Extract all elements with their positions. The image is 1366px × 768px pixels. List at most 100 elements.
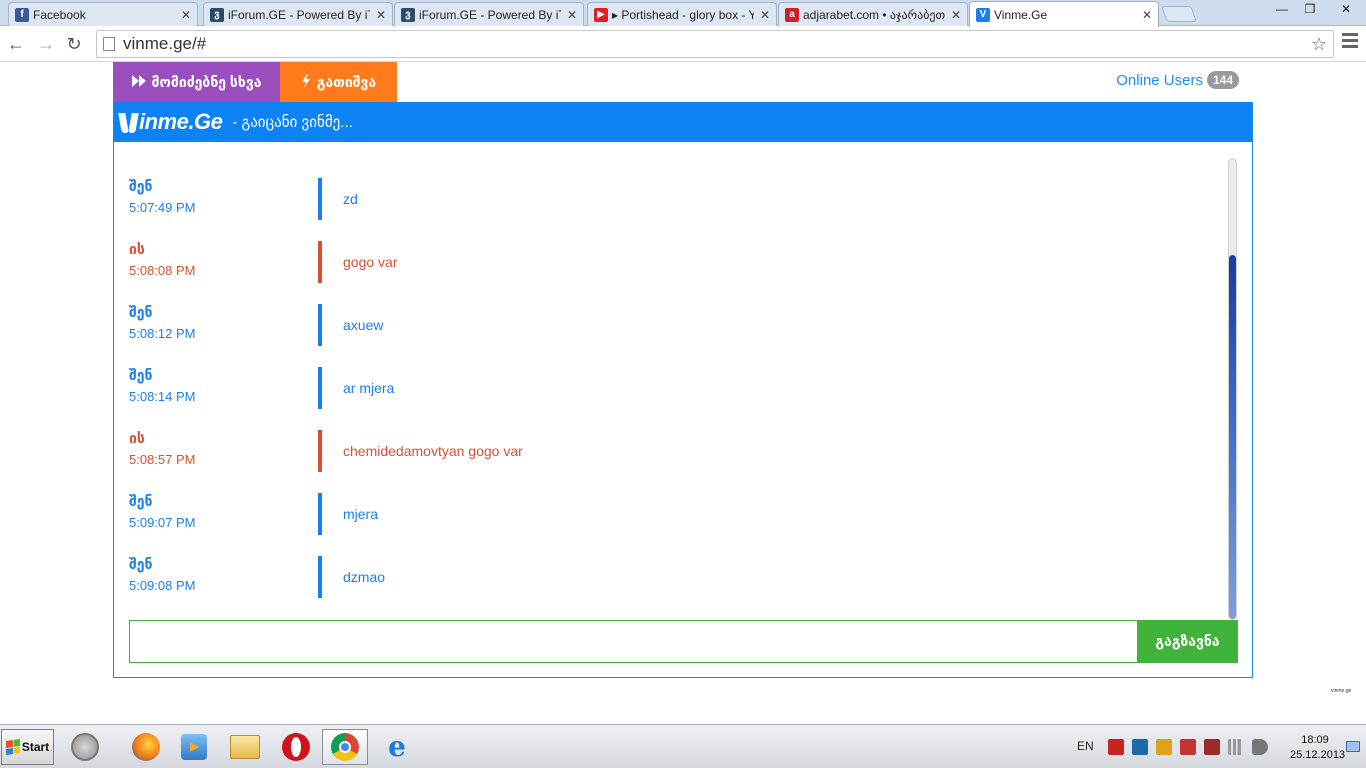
- windows-flag-icon: [5, 739, 20, 755]
- chat-message: შენ 5:08:12 PM axuew: [129, 304, 1219, 367]
- chat-scrollbar[interactable]: [1228, 158, 1237, 620]
- tab-close-icon[interactable]: ✕: [567, 8, 577, 22]
- message-divider: [318, 367, 322, 409]
- tab-favicon-icon: ვ: [401, 7, 415, 22]
- antivirus-tray-icon[interactable]: [1204, 739, 1220, 755]
- message-sender: ის: [129, 241, 145, 257]
- clock-date: 25.12.2013: [1290, 749, 1346, 761]
- close-window-button[interactable]: ✕: [1324, 0, 1366, 18]
- opera-icon[interactable]: [280, 731, 312, 763]
- media-player-icon[interactable]: [178, 731, 210, 763]
- browser-tab[interactable]: a adjarabet.com • აჯარაბეთ · ✕: [778, 2, 968, 26]
- url-text[interactable]: vinme.ge/#: [123, 34, 206, 54]
- tab-favicon-icon: ვ: [210, 7, 224, 22]
- logo-text: inme.Ge: [139, 109, 223, 134]
- restore-button[interactable]: ❐: [1296, 0, 1324, 18]
- chat-message: შენ 5:09:07 PM mjera: [129, 493, 1219, 556]
- minimize-button[interactable]: —: [1268, 0, 1296, 18]
- reload-button[interactable]: ↻: [62, 32, 86, 56]
- send-button[interactable]: გაგზავნა: [1137, 620, 1238, 663]
- message-time: 5:08:12 PM: [129, 326, 196, 341]
- tab-close-icon[interactable]: ✕: [951, 8, 961, 22]
- message-time: 5:08:57 PM: [129, 452, 196, 467]
- message-text: gogo var: [343, 254, 398, 270]
- logo-v-icon: [120, 111, 138, 133]
- disconnect-button[interactable]: გათიშვა: [280, 62, 397, 102]
- message-time: 5:08:14 PM: [129, 389, 196, 404]
- message-divider: [318, 493, 322, 535]
- message-divider: [318, 178, 322, 220]
- language-indicator[interactable]: EN: [1077, 739, 1094, 753]
- message-sender: ის: [129, 430, 145, 446]
- tab-favicon-icon: ▶: [594, 7, 608, 22]
- chat-message: ის 5:08:57 PM chemidedamovtyan gogo var: [129, 430, 1219, 493]
- find-another-label: მომიძებნე სხვა: [151, 73, 262, 90]
- browser-tab[interactable]: f Facebook ✕: [8, 2, 198, 26]
- firefox-icon[interactable]: [130, 731, 162, 763]
- message-text: chemidedamovtyan gogo var: [343, 443, 523, 459]
- window-controls: — ❐ ✕: [1268, 0, 1366, 20]
- show-desktop-icon[interactable]: [1346, 741, 1360, 752]
- message-divider: [318, 430, 322, 472]
- back-button[interactable]: ←: [4, 32, 28, 56]
- circle-app-icon[interactable]: [69, 731, 101, 763]
- folder-icon[interactable]: [229, 731, 261, 763]
- forward-button[interactable]: →: [34, 32, 58, 56]
- browser-tab[interactable]: V Vinme.Ge ✕: [969, 1, 1159, 27]
- browser-tab[interactable]: ვ iForum.GE - Powered By iT ✕: [394, 2, 584, 26]
- message-sender: შენ: [129, 367, 153, 383]
- message-divider: [318, 241, 322, 283]
- browser-toolbar: ← → ↻ vinme.ge/# ☆: [0, 27, 1366, 62]
- start-button[interactable]: Start: [1, 729, 54, 765]
- tab-title: Facebook: [33, 7, 86, 22]
- browser-tab[interactable]: ▶ ▸ Portishead - glory box - Yo ✕: [587, 2, 777, 26]
- address-bar[interactable]: vinme.ge/# ☆: [96, 30, 1334, 58]
- tab-favicon-icon: f: [15, 7, 29, 22]
- tab-favicon-icon: V: [976, 7, 990, 22]
- tab-close-icon[interactable]: ✕: [181, 8, 191, 22]
- bookmark-star-icon[interactable]: ☆: [1311, 34, 1327, 55]
- online-users-label: Online Users: [1116, 71, 1203, 89]
- scrollbar-thumb[interactable]: [1229, 255, 1236, 619]
- footer-tiny-logo: vinme.ge: [1331, 688, 1352, 694]
- pdf-tray-icon[interactable]: [1108, 739, 1124, 755]
- message-sender: შენ: [129, 493, 153, 509]
- tab-close-icon[interactable]: ✕: [1142, 8, 1152, 22]
- menu-icon[interactable]: [1342, 33, 1358, 48]
- start-label: Start: [21, 740, 50, 754]
- find-another-button[interactable]: მომიძებნე სხვა: [113, 62, 280, 102]
- browser-tab[interactable]: ვ iForum.GE - Powered By iT ✕: [203, 2, 393, 26]
- message-divider: [318, 304, 322, 346]
- tab-close-icon[interactable]: ✕: [760, 8, 770, 22]
- new-tab-button[interactable]: [1161, 6, 1197, 22]
- chat-message: შენ 5:09:08 PM dzmao: [129, 556, 1219, 619]
- message-sender: შენ: [129, 304, 153, 320]
- message-input[interactable]: [129, 620, 1137, 663]
- message-text: zd: [343, 191, 358, 207]
- tab-title: iForum.GE - Powered By iT: [228, 7, 370, 22]
- clock-time: 18:09: [1301, 734, 1329, 746]
- app-tray-icon[interactable]: [1132, 739, 1148, 755]
- windows-taskbar: Start e EN 18:09 25.12.2013: [0, 724, 1366, 768]
- security-tray-icon[interactable]: [1180, 739, 1196, 755]
- message-sender: შენ: [129, 556, 153, 572]
- tab-close-icon[interactable]: ✕: [376, 8, 386, 22]
- tab-title: iForum.GE - Powered By iT: [419, 7, 561, 22]
- volume-icon[interactable]: [1252, 739, 1268, 755]
- lightning-icon: [301, 73, 311, 91]
- internet-explorer-icon[interactable]: e: [381, 731, 413, 763]
- message-time: 5:08:08 PM: [129, 263, 196, 278]
- disconnect-label: გათიშვა: [316, 73, 377, 90]
- message-text: dzmao: [343, 569, 386, 585]
- users-tray-icon[interactable]: [1156, 739, 1172, 755]
- chat-message: შენ 5:08:14 PM ar mjera: [129, 367, 1219, 430]
- network-signal-icon[interactable]: [1228, 739, 1244, 755]
- chrome-icon[interactable]: [322, 729, 368, 765]
- tab-strip: f Facebook ✕ ვ iForum.GE - Powered By iT ✕ ვ iF…: [0, 0, 1366, 27]
- online-users[interactable]: Online Users 144: [1116, 71, 1239, 89]
- message-divider: [318, 556, 322, 598]
- vinme-logo[interactable]: inme.Ge: [120, 109, 223, 135]
- system-clock[interactable]: 18:09 25.12.2013: [1290, 733, 1346, 763]
- message-text: mjera: [343, 506, 379, 522]
- message-text: axuew: [343, 317, 384, 333]
